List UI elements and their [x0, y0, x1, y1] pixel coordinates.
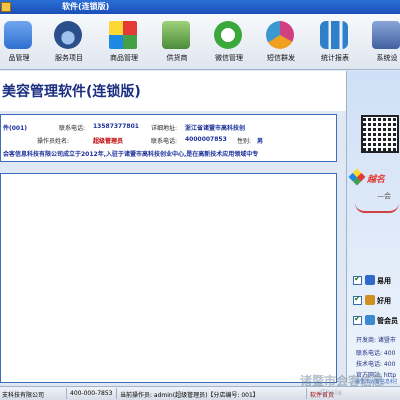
brand-slogan: —会: [377, 192, 391, 200]
check-icon: [353, 314, 362, 325]
toolbar-label: 供货商: [166, 54, 188, 62]
developer-line: 开发商: 诸暨市: [356, 337, 396, 344]
toolbar-label: 系统设: [376, 54, 398, 62]
feature-manage-members: 管会员: [353, 314, 400, 327]
main-content-area: [0, 173, 337, 383]
member-card-icon: [4, 21, 32, 49]
toolbar-label: 服务项目: [55, 54, 83, 62]
toolbar-services-button[interactable]: 服务项目: [40, 18, 98, 68]
operator-info-row: 操作员姓名: 超级管理员 联系电话: 4000007853 性别: 男: [1, 136, 338, 146]
phone-label: 联系电话:: [59, 125, 86, 132]
store-address: 浙江省诸暨市高科技创: [185, 125, 246, 132]
grid-icon: [109, 21, 137, 49]
qr-code-pattern: [363, 117, 397, 151]
toolbar-wechat-button[interactable]: 微信管理: [200, 18, 258, 68]
operator-name: 超级管理员: [93, 138, 124, 145]
toolbar-sms-button[interactable]: 短信群发: [252, 18, 310, 68]
watermark-text: 诸暨市会客信息: [300, 374, 385, 388]
address-label: 详细地址:: [151, 125, 178, 132]
toolbar-label: 统计报表: [321, 54, 349, 62]
check-icon: [353, 274, 362, 285]
status-phone: 400-000-7853: [70, 390, 113, 397]
chart-icon: [320, 21, 348, 49]
store-phone: 13587377801: [93, 123, 139, 130]
right-info-panel: 越名 —会 易用 好用 管会员 开发商: 诸暨市 联系电话: 400 技术电话:…: [346, 71, 400, 383]
decorative-swirl: [355, 203, 399, 213]
toolbar-settings-button[interactable]: 系统设: [358, 18, 400, 68]
status-divider: [116, 388, 117, 399]
operator-label: 操作员姓名:: [37, 138, 70, 145]
operator-phone-label: 联系电话:: [151, 138, 178, 145]
feature-icon: [365, 275, 375, 285]
wechat-icon: [214, 21, 242, 49]
feature-label: 管会员: [377, 317, 398, 325]
status-divider: [66, 388, 67, 399]
truck-icon: [162, 21, 190, 49]
app-icon: [1, 2, 11, 12]
main-toolbar: 品管理 服务项目 商品管理 供货商 微信管理 短信群发 统计报表 系统设: [0, 14, 400, 70]
status-divider: [306, 388, 307, 399]
store-id: 件(001): [3, 125, 28, 132]
app-heading: 美容管理软件(连锁版): [2, 84, 141, 100]
operator-phone: 4000007853: [185, 136, 227, 143]
company-intro-row: 会客信息科技有限公司成立于2012年,入驻于诸暨市高科技创业中心,是在高新技术应…: [1, 149, 338, 159]
gender-label: 性别:: [237, 138, 252, 145]
feature-icon: [365, 315, 375, 325]
store-info-panel: 件(001) 联系电话: 13587377801 详细地址: 浙江省诸暨市高科技…: [0, 114, 337, 162]
tech-phone-line: 技术电话: 400: [356, 361, 396, 368]
settings-icon: [372, 21, 400, 49]
feature-label: 易用: [377, 277, 391, 285]
toolbar-label: 短信群发: [267, 54, 295, 62]
brand-logo-icon: [348, 168, 366, 186]
toolbar-products-button[interactable]: 商品管理: [95, 18, 153, 68]
toolbar-reports-button[interactable]: 统计报表: [306, 18, 364, 68]
toolbar-suppliers-button[interactable]: 供货商: [148, 18, 206, 68]
status-company: 支科技有限公司: [2, 392, 45, 399]
brand-logo-text: 越名: [367, 175, 386, 185]
window-titlebar: 软件(连锁版): [0, 0, 400, 14]
operator-gender: 男: [257, 138, 264, 145]
feature-easy-use: 易用: [353, 274, 400, 287]
sms-icon: [266, 21, 294, 49]
window-title: 软件(连锁版): [62, 2, 110, 11]
gauge-icon: [54, 21, 82, 49]
toolbar-label: 商品管理: [110, 54, 138, 62]
store-info-row: 件(001) 联系电话: 13587377801 详细地址: 浙江省诸暨市高科技…: [1, 123, 338, 133]
contact-phone-line: 联系电话: 400: [356, 350, 396, 357]
header-banner: 美容管理软件(连锁版): [0, 71, 346, 111]
watermark-text-2: Chsia: [320, 388, 342, 397]
toolbar-label: 微信管理: [215, 54, 243, 62]
company-intro: 会客信息科技有限公司成立于2012年,入驻于诸暨市高科技创业中心,是在高新技术应…: [3, 151, 259, 158]
status-operator: 当前操作员: admin(超级管理员)【分店编号: 001】: [120, 392, 259, 399]
